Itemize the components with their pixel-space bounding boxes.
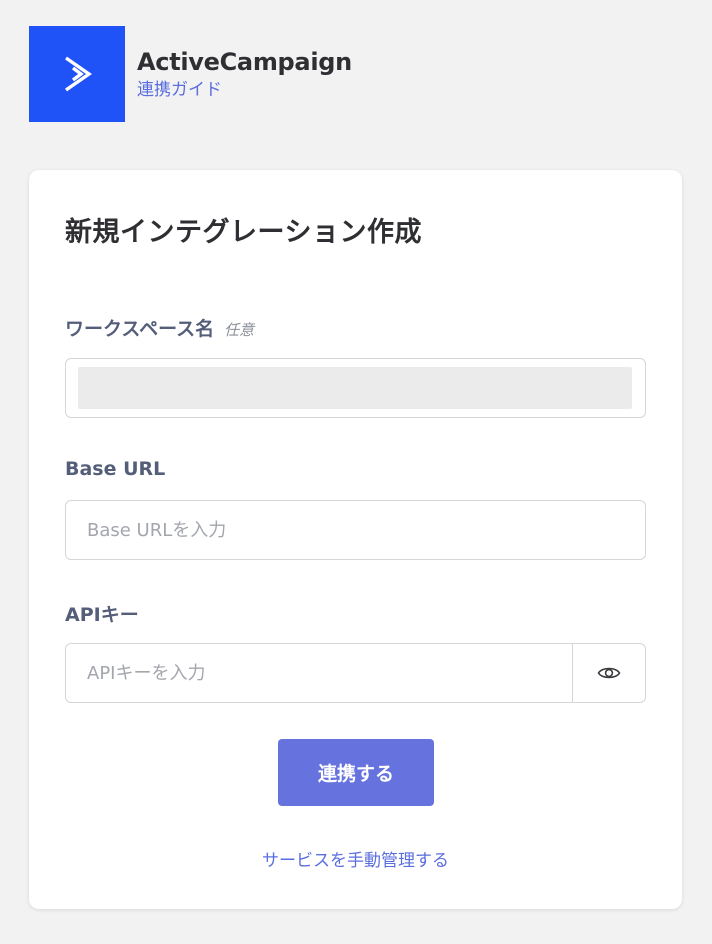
eye-icon xyxy=(597,667,621,679)
chevron-right-icon xyxy=(65,56,92,92)
brand-name: ActiveCampaign xyxy=(137,48,352,76)
api-key-field xyxy=(65,643,646,703)
activecampaign-logo xyxy=(29,26,125,122)
page-title: 新規インテグレーション作成 xyxy=(65,217,422,248)
base-url-input[interactable] xyxy=(87,501,567,559)
connect-button[interactable]: 連携する xyxy=(278,739,434,806)
manual-manage-link[interactable]: サービスを手動管理する xyxy=(29,846,682,871)
toggle-visibility-button[interactable] xyxy=(572,644,645,702)
workspace-name-label: ワークスペース名 任意 xyxy=(65,314,254,341)
workspace-name-input[interactable] xyxy=(65,358,646,418)
workspace-name-value xyxy=(78,367,632,409)
integration-form-card: 新規インテグレーション作成 ワークスペース名任意 Base URL APIキー … xyxy=(29,170,682,909)
api-key-input[interactable] xyxy=(87,644,567,702)
workspace-name-label-text: ワークスペース名 xyxy=(65,318,215,340)
api-key-label: APIキー xyxy=(65,604,139,626)
brand: ActiveCampaign 連携ガイド xyxy=(137,47,352,101)
optional-badge: 任意 xyxy=(224,321,255,339)
header: ActiveCampaign 連携ガイド xyxy=(29,26,352,122)
integration-guide-link[interactable]: 連携ガイド xyxy=(137,79,222,101)
base-url-label: Base URL xyxy=(65,458,166,480)
base-url-field xyxy=(65,500,646,560)
